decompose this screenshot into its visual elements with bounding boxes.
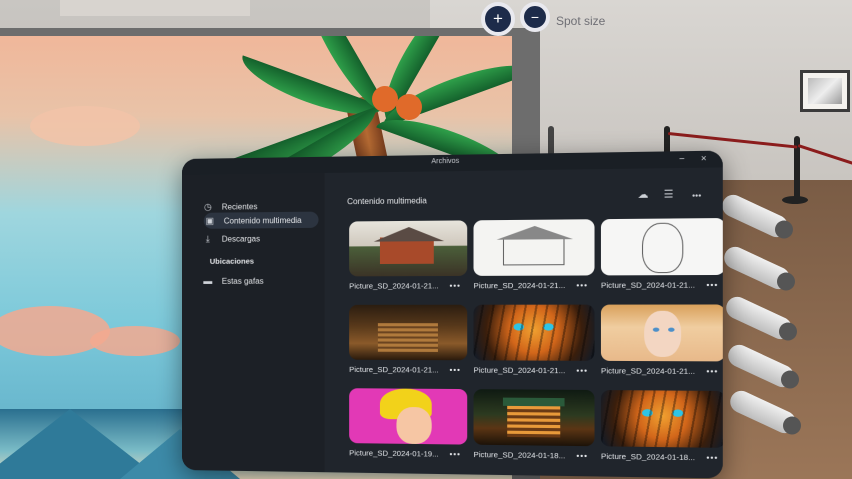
file-item[interactable]: Picture_SD_2024-01-21... •••: [349, 220, 468, 291]
file-thumbnail[interactable]: [473, 304, 595, 361]
ceiling-beam: [60, 0, 250, 16]
more-icon[interactable]: •••: [692, 191, 701, 201]
file-thumbnail[interactable]: [600, 218, 723, 276]
file-caption: Picture_SD_2024-01-18... •••: [601, 452, 723, 463]
file-caption: Picture_SD_2024-01-19... •••: [349, 448, 467, 459]
file-name: Picture_SD_2024-01-19...: [349, 448, 439, 459]
file-item[interactable]: Picture_SD_2024-01-19... •••: [349, 388, 468, 459]
wall-picture-frame: [800, 70, 850, 112]
file-name: Picture_SD_2024-01-21...: [349, 364, 439, 375]
spot-size-decrease-button[interactable]: −: [520, 2, 550, 32]
close-icon[interactable]: ×: [701, 153, 707, 164]
easel-leg: [548, 126, 554, 156]
content-title: Contenido multimedia: [347, 196, 427, 207]
file-more-button[interactable]: •••: [706, 367, 718, 377]
file-caption: Picture_SD_2024-01-21... •••: [349, 281, 467, 291]
file-caption: Picture_SD_2024-01-21... •••: [474, 281, 595, 291]
file-caption: Picture_SD_2024-01-21... •••: [474, 365, 595, 375]
sidebar-item-estas-gafas[interactable]: ▬ Estas gafas: [202, 272, 319, 289]
sidebar-item-descargas[interactable]: ⤓ Descargas: [202, 230, 319, 247]
spot-size-increase-button[interactable]: +: [481, 2, 515, 36]
clock-icon: ◷: [203, 201, 212, 212]
folder-icon: ▬: [203, 275, 213, 286]
sliders-icon[interactable]: ☰: [664, 189, 674, 201]
file-caption: Picture_SD_2024-01-21... •••: [349, 365, 467, 375]
file-more-button[interactable]: •••: [450, 450, 461, 459]
file-name: Picture_SD_2024-01-21...: [349, 281, 439, 291]
download-icon: ⤓: [205, 233, 210, 244]
file-more-button[interactable]: •••: [576, 281, 588, 290]
file-more-button[interactable]: •••: [706, 453, 718, 463]
file-more-button[interactable]: •••: [576, 451, 588, 461]
file-more-button[interactable]: •••: [450, 365, 461, 374]
file-thumbnail[interactable]: [349, 304, 468, 361]
file-item[interactable]: Picture_SD_2024-01-18... •••: [600, 390, 723, 463]
file-item[interactable]: Picture_SD_2024-01-21... •••: [600, 218, 723, 290]
file-item[interactable]: Picture_SD_2024-01-21... •••: [473, 304, 595, 376]
file-caption: Picture_SD_2024-01-18... •••: [474, 450, 595, 461]
file-name: Picture_SD_2024-01-18...: [473, 449, 566, 461]
minimize-icon[interactable]: −: [679, 153, 685, 164]
file-item[interactable]: Picture_SD_2024-01-21... •••: [349, 304, 468, 375]
file-thumbnail[interactable]: [473, 219, 595, 276]
file-thumbnail[interactable]: [600, 304, 723, 362]
file-thumbnail[interactable]: [349, 388, 468, 445]
file-item[interactable]: Picture_SD_2024-01-18... •••: [473, 389, 595, 461]
file-name: Picture_SD_2024-01-21...: [473, 280, 566, 291]
file-thumbnail[interactable]: [473, 389, 595, 447]
sidebar-item-label: Estas gafas: [221, 276, 264, 286]
file-name: Picture_SD_2024-01-21...: [473, 365, 566, 376]
file-item[interactable]: Picture_SD_2024-01-21... •••: [600, 304, 723, 376]
file-item[interactable]: Picture_SD_2024-01-21... •••: [473, 219, 595, 291]
sidebar-item-label: Descargas: [221, 233, 261, 244]
sidebar-item-label: Recientes: [221, 201, 258, 212]
spot-size-label: Spot size: [556, 14, 606, 28]
cloud-icon[interactable]: ☁: [638, 189, 649, 201]
file-more-button[interactable]: •••: [706, 280, 718, 290]
file-more-button[interactable]: •••: [576, 366, 588, 375]
sidebar-item-contenido-multimedia[interactable]: ▣ Contenido multimedia: [203, 211, 319, 229]
files-window: Archivos − × ◷ Recientes ▣ Contenido mul…: [182, 150, 723, 479]
content-area: Contenido multimedia ☁ ☰ ••• Picture_SD_…: [324, 167, 723, 479]
file-caption: Picture_SD_2024-01-21... •••: [601, 280, 723, 290]
file-name: Picture_SD_2024-01-18...: [600, 451, 696, 463]
file-caption: Picture_SD_2024-01-21... •••: [601, 366, 723, 376]
file-more-button[interactable]: •••: [450, 281, 461, 290]
media-icon: ▣: [205, 215, 215, 226]
file-thumbnail[interactable]: [600, 390, 723, 448]
locations-heading: Ubicaciones: [209, 256, 255, 266]
file-thumbnail[interactable]: [349, 220, 468, 277]
sidebar-item-label: Contenido multimedia: [223, 215, 302, 226]
sidebar: ◷ Recientes ▣ Contenido multimedia ⤓ Des…: [182, 173, 325, 473]
file-name: Picture_SD_2024-01-21...: [600, 366, 696, 377]
file-name: Picture_SD_2024-01-21...: [600, 280, 696, 291]
